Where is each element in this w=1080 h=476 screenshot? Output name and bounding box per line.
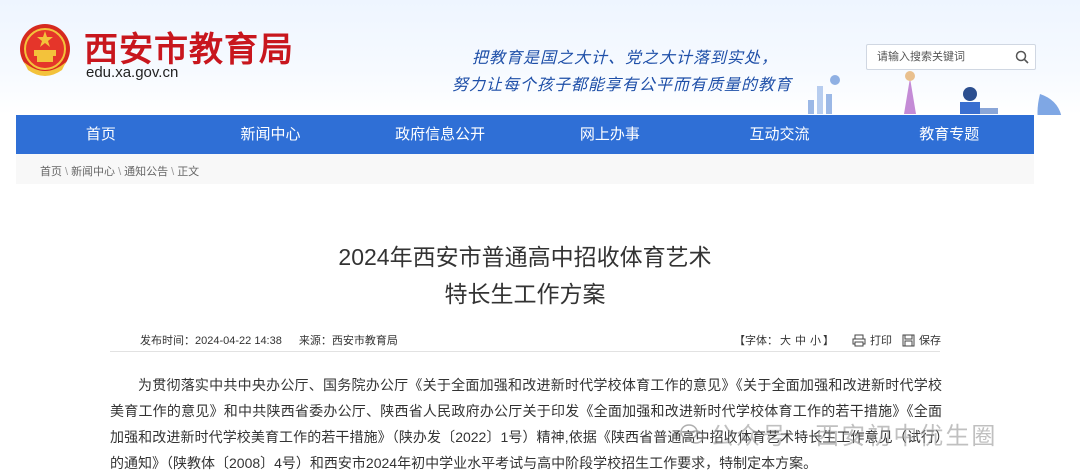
font-medium-link[interactable]: 中 [795,335,806,347]
search-icon[interactable] [1015,50,1029,64]
article-tools: 【字体：大中小】 打印 保存 [734,332,951,348]
breadcrumb-notices[interactable]: 通知公告 [124,166,168,178]
meta-divider [110,351,940,352]
nav-item-online-services[interactable]: 网上办事 [525,115,695,154]
nav-item-gov-info[interactable]: 政府信息公开 [355,115,525,154]
watermark: 公众号 · 西安初中优生圈 [680,416,997,451]
nav-item-education-topics[interactable]: 教育专题 [864,115,1034,154]
breadcrumb-current: 正文 [177,166,200,178]
breadcrumb-home[interactable]: 首页 [40,166,62,178]
breadcrumb-news-center[interactable]: 新闻中心 [71,166,115,178]
breadcrumb-separator: \ [171,166,175,178]
article-title-line-1: 2024年西安市普通高中招收体育艺术 [338,244,712,270]
leaves-decoration-icon [1037,94,1062,115]
slogan-line-1: 把教育是国之大计、党之大计落到实处， [472,50,779,67]
search-input[interactable] [867,45,1015,69]
national-emblem-icon [20,24,70,76]
font-large-link[interactable]: 大 [780,335,791,347]
publish-time: 发布时间：2024-04-22 14:38 [140,335,282,347]
article-source: 来源：西安市教育局 [298,335,398,347]
save-button[interactable]: 保存 [902,332,941,348]
slogan-line-2: 努力让每个孩子都能享有公平而有质量的教育 [452,77,793,94]
breadcrumb-separator: \ [65,166,69,178]
save-label: 保存 [919,335,941,347]
print-label: 打印 [870,335,892,347]
nav-item-home[interactable]: 首页 [16,115,186,154]
watermark-text: 公众号 · 西安初中优生圈 [710,423,998,450]
font-size-control: 【字体：大中小】 [734,332,834,348]
wechat-official-account-icon [680,423,704,444]
breadcrumb: 首页 \ 新闻中心 \ 通知公告 \ 正文 [40,163,199,179]
nav-item-interaction[interactable]: 互动交流 [695,115,865,154]
breadcrumb-bar: 首页 \ 新闻中心 \ 通知公告 \ 正文 [16,154,1034,185]
site-domain: edu.xa.gov.cn [86,64,179,81]
site-header: 西安市教育局 edu.xa.gov.cn 把教育是国之大计、党之大计落到实处， … [0,0,1080,115]
save-icon [902,334,915,346]
print-button[interactable]: 打印 [852,332,892,348]
font-size-end: 】 [823,335,834,347]
font-size-label: 【字体： [734,335,778,347]
search-box [866,44,1036,70]
breadcrumb-separator: \ [118,166,122,178]
printer-icon [852,334,866,346]
nav-item-news-center[interactable]: 新闻中心 [186,115,356,154]
article-title-line-2: 特长生工作方案 [444,281,606,307]
font-small-link[interactable]: 小 [810,335,821,347]
article-meta: 发布时间：2024-04-22 14:38 来源：西安市教育局 [140,332,412,348]
main-nav: 首页 新闻中心 政府信息公开 网上办事 互动交流 教育专题 [16,115,1034,154]
